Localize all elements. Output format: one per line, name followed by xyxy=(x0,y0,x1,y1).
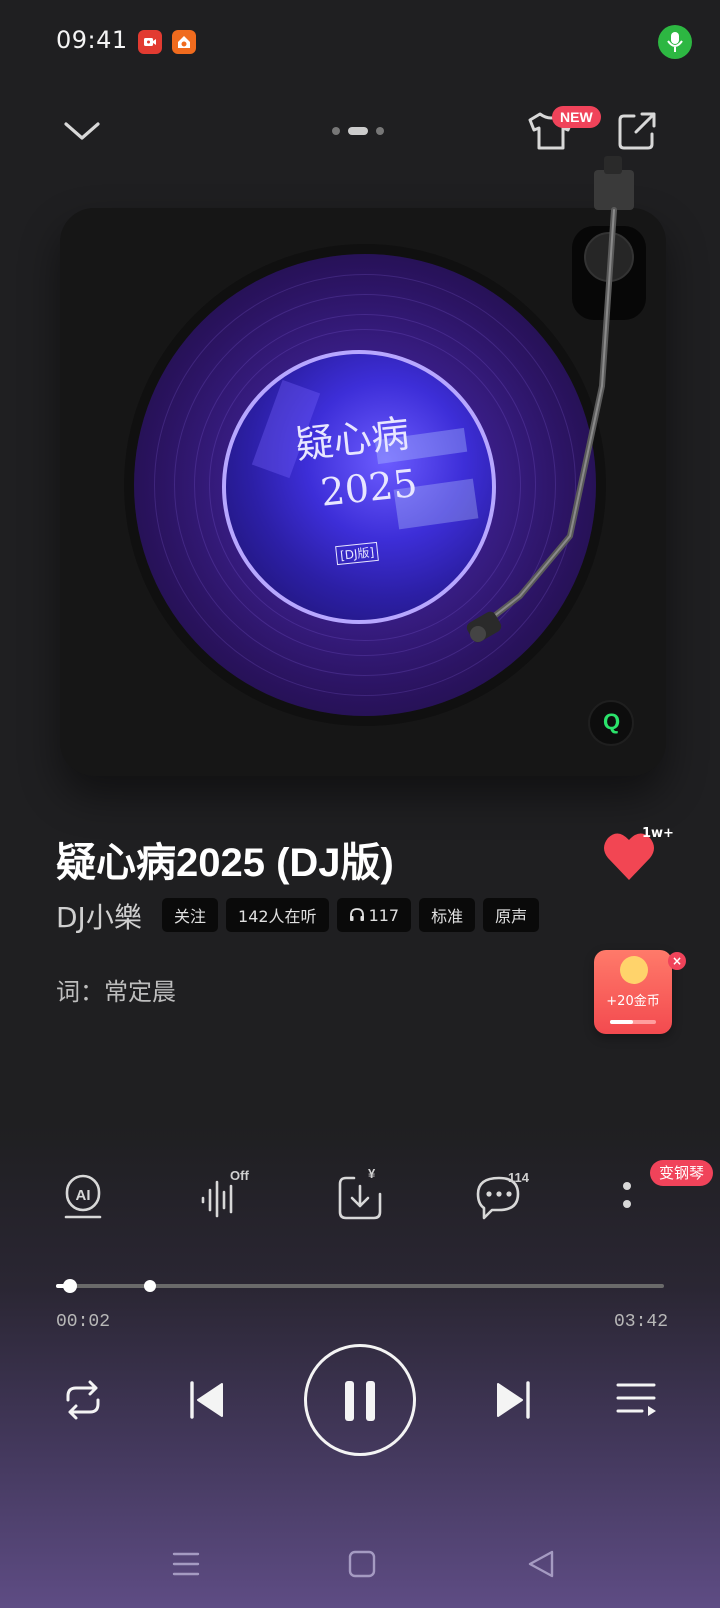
coin-reward-card[interactable]: +20金币 xyxy=(594,950,672,1034)
chevron-down-icon[interactable] xyxy=(60,110,104,154)
total-time: 03:42 xyxy=(614,1312,669,1332)
close-icon[interactable]: × xyxy=(668,952,686,970)
home-icon[interactable] xyxy=(342,1544,382,1584)
menu-icon[interactable] xyxy=(166,1544,206,1584)
quality-button-label: Q xyxy=(603,709,621,734)
microphone-icon[interactable] xyxy=(658,25,692,59)
coin-progress xyxy=(610,1020,656,1024)
more-icon[interactable] xyxy=(612,1172,642,1222)
sound-effect-badge: Off xyxy=(230,1168,249,1183)
follow-label: 关注 xyxy=(174,907,207,926)
like-count: 1w+ xyxy=(642,826,674,841)
album-cover: 疑心病 2025 [DJ版] xyxy=(222,350,496,624)
plays-tag[interactable]: 117 xyxy=(336,898,412,932)
tonearm[interactable] xyxy=(460,156,660,676)
previous-icon[interactable] xyxy=(188,1380,228,1420)
song-title: 疑心病2025 (DJ版) xyxy=(56,841,394,885)
album-cover-subtitle: [DJ版] xyxy=(335,541,380,566)
share-icon[interactable] xyxy=(614,108,660,154)
song-tags: 关注 142人在听 117 标准 原声 xyxy=(162,898,540,932)
plays-label: 117 xyxy=(368,905,400,925)
progress-thumb[interactable] xyxy=(63,1279,78,1293)
page-indicator[interactable] xyxy=(332,127,384,135)
lyricist: 词：常定晨 xyxy=(56,978,176,1006)
original-tag[interactable]: 原声 xyxy=(483,898,540,932)
pause-button[interactable] xyxy=(304,1344,416,1456)
elapsed-time: 00:02 xyxy=(56,1312,111,1332)
back-icon[interactable] xyxy=(522,1544,562,1584)
download-icon[interactable] xyxy=(336,1172,386,1222)
follow-button[interactable]: 关注 xyxy=(162,898,219,932)
quality-button[interactable]: Q xyxy=(588,700,634,746)
listeners-tag[interactable]: 142人在听 xyxy=(226,898,329,932)
ai-icon[interactable]: AI xyxy=(58,1172,108,1222)
home-app-icon xyxy=(172,30,196,54)
piano-mode-badge[interactable]: 变钢琴 xyxy=(650,1160,714,1186)
coin-reward-text: +20金币 xyxy=(606,994,660,1009)
pause-icon xyxy=(345,1381,375,1421)
download-badge: ¥ xyxy=(368,1166,376,1181)
status-time: 09:41 xyxy=(56,26,128,54)
artist-name[interactable]: DJ小樂 xyxy=(56,896,142,936)
headphones-icon xyxy=(349,908,364,921)
comment-count: 114 xyxy=(508,1170,529,1185)
svg-text:AI: AI xyxy=(76,1187,91,1204)
next-icon[interactable] xyxy=(492,1380,532,1420)
album-cover-title: 疑心病 2025 xyxy=(293,408,420,520)
status-bar: 09:41 xyxy=(0,0,720,84)
new-badge: NEW xyxy=(552,106,601,128)
coin-icon xyxy=(620,956,648,984)
repeat-icon[interactable] xyxy=(58,1378,108,1422)
quality-label: 标准 xyxy=(431,907,464,926)
quality-tag[interactable]: 标准 xyxy=(419,898,476,932)
page-dot[interactable] xyxy=(376,127,384,135)
page-dot-active[interactable] xyxy=(348,127,368,135)
listeners-label: 142人在听 xyxy=(238,907,317,926)
playlist-icon[interactable] xyxy=(614,1380,658,1420)
page-dot[interactable] xyxy=(332,127,340,135)
buffer-marker xyxy=(144,1280,157,1292)
original-label: 原声 xyxy=(495,907,528,926)
video-app-icon xyxy=(138,30,162,54)
